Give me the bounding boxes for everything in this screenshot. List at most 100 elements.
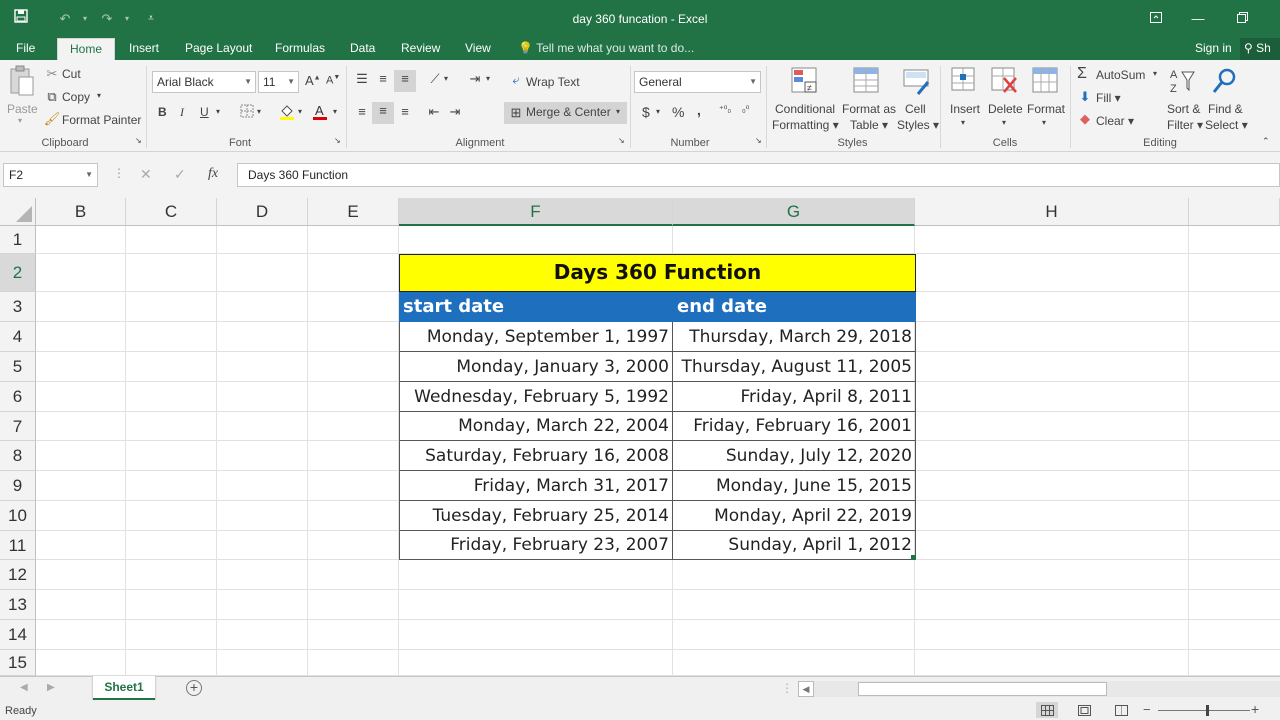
font-color-icon[interactable]: A [311, 102, 329, 120]
sign-in-link[interactable]: Sign in [1193, 38, 1234, 60]
copy-button[interactable]: Copy [62, 90, 90, 104]
bold-button[interactable]: B [158, 105, 167, 119]
fill-handle[interactable] [911, 555, 916, 560]
start-date-cell[interactable]: Monday, March 22, 2004 [399, 412, 673, 441]
number-format-combo[interactable]: General ▼ [634, 71, 761, 93]
new-sheet-icon[interactable]: + [186, 680, 202, 696]
start-date-cell[interactable]: Saturday, February 16, 2008 [399, 441, 673, 471]
column-header-g[interactable]: G [673, 198, 915, 226]
worksheet-grid[interactable]: B C D E F G H 1 2 3 4 5 6 7 8 9 10 11 12 13 14 15 Days… [0, 198, 1280, 676]
row-header-5[interactable]: 5 [0, 352, 36, 382]
ribbon-display-icon[interactable] [1136, 6, 1176, 32]
collapse-ribbon-icon[interactable]: ⌃ [1262, 136, 1270, 147]
end-date-cell[interactable]: Sunday, April 1, 2012 [673, 531, 916, 560]
row-header-3[interactable]: 3 [0, 292, 36, 322]
paste-button[interactable]: Paste [7, 102, 38, 116]
row-header-11[interactable]: 11 [0, 531, 36, 560]
formula-input[interactable]: Days 360 Function [237, 163, 1280, 187]
row-header-1[interactable]: 1 [0, 226, 36, 254]
orientation-icon[interactable]: ⟋ [426, 70, 444, 88]
copy-dropdown-icon[interactable]: ▾ [97, 91, 101, 100]
table-title[interactable]: Days 360 Function [399, 254, 916, 292]
start-date-cell[interactable]: Monday, January 3, 2000 [399, 352, 673, 382]
font-launcher-icon[interactable]: ↘ [334, 136, 341, 145]
increase-decimal-icon[interactable]: ⁺⁰₀ [719, 104, 731, 115]
tab-review[interactable]: Review [399, 38, 442, 60]
tab-split-grip-icon[interactable]: ⋮ [781, 681, 793, 695]
cut-button[interactable]: Cut [62, 67, 81, 81]
find-select-button[interactable]: Find & [1208, 102, 1243, 116]
cell-styles-button[interactable]: Cell [905, 102, 926, 116]
wrap-text-button[interactable]: Wrap Text [526, 75, 580, 89]
fill-color-icon[interactable] [278, 102, 296, 120]
insert-dropdown-icon[interactable]: ▾ [961, 118, 965, 127]
fill-button[interactable]: Fill ▾ [1096, 91, 1121, 105]
row-header-12[interactable]: 12 [0, 560, 36, 590]
bottom-align-icon[interactable]: ≡ [394, 70, 416, 92]
tab-insert[interactable]: Insert [127, 38, 161, 60]
row-header-9[interactable]: 9 [0, 471, 36, 501]
percent-button[interactable]: % [672, 104, 684, 120]
format-dropdown-icon[interactable]: ▾ [1042, 118, 1046, 127]
conditional-formatting-button[interactable]: Conditional [775, 102, 835, 116]
page-break-view-icon[interactable] [1110, 702, 1132, 718]
tab-data[interactable]: Data [348, 38, 377, 60]
increase-indent-icon[interactable]: ⇥ [446, 103, 464, 121]
row-header-7[interactable]: 7 [0, 412, 36, 441]
end-date-cell[interactable]: Friday, April 8, 2011 [673, 382, 916, 412]
horizontal-scroll-thumb[interactable] [858, 682, 1107, 696]
align-left-icon[interactable]: ≡ [353, 103, 371, 121]
row-header-2[interactable]: 2 [0, 254, 36, 292]
start-date-cell[interactable]: Tuesday, February 25, 2014 [399, 501, 673, 531]
end-date-cell[interactable]: Thursday, August 11, 2005 [673, 352, 916, 382]
autosum-button[interactable]: AutoSum [1096, 68, 1145, 82]
column-header-e[interactable]: E [308, 198, 399, 226]
paste-icon[interactable] [7, 65, 37, 96]
restore-icon[interactable] [1222, 6, 1262, 32]
zoom-in-icon[interactable]: + [1251, 701, 1259, 717]
row-header-14[interactable]: 14 [0, 620, 36, 650]
delete-dropdown-icon[interactable]: ▾ [1002, 118, 1006, 127]
zoom-out-icon[interactable]: − [1143, 702, 1151, 717]
row-header-4[interactable]: 4 [0, 322, 36, 352]
number-launcher-icon[interactable]: ↘ [755, 136, 762, 145]
middle-align-icon[interactable]: ≡ [374, 70, 392, 88]
end-date-cell[interactable]: Thursday, March 29, 2018 [673, 322, 916, 352]
header-end-date[interactable]: end date [673, 292, 916, 322]
hscroll-left-icon[interactable]: ◀ [798, 681, 814, 697]
start-date-cell[interactable]: Friday, February 23, 2007 [399, 531, 673, 560]
tell-me-box[interactable]: 💡 Tell me what you want to do... [516, 38, 696, 60]
tab-formulas[interactable]: Formulas [273, 38, 327, 60]
underline-button[interactable]: U [200, 105, 209, 119]
start-date-cell[interactable]: Wednesday, February 5, 1992 [399, 382, 673, 412]
end-date-cell[interactable]: Monday, June 15, 2015 [673, 471, 916, 501]
clear-button[interactable]: Clear ▾ [1096, 114, 1134, 128]
end-date-cell[interactable]: Friday, February 16, 2001 [673, 412, 916, 441]
row-header-8[interactable]: 8 [0, 441, 36, 471]
fill-color-dropdown-icon[interactable]: ▾ [298, 107, 302, 116]
row-header-10[interactable]: 10 [0, 501, 36, 531]
decrease-indent-icon[interactable]: ⇤ [425, 103, 443, 121]
scroll-left-icon[interactable]: ◀ [20, 682, 28, 693]
zoom-slider[interactable] [1158, 710, 1250, 711]
format-cells-button[interactable]: Format [1027, 102, 1065, 116]
zoom-slider-thumb[interactable] [1206, 705, 1209, 716]
top-align-icon[interactable]: ☰ [353, 70, 371, 88]
tab-page-layout[interactable]: Page Layout [183, 38, 254, 60]
row-header-6[interactable]: 6 [0, 382, 36, 412]
scroll-right-icon[interactable]: ▶ [47, 682, 55, 693]
row-header-15[interactable]: 15 [0, 650, 36, 676]
comma-button[interactable]: , [697, 102, 701, 118]
format-painter-button[interactable]: Format Painter [62, 113, 141, 127]
name-box[interactable]: F2 ▼ [3, 163, 98, 187]
end-date-cell[interactable]: Sunday, July 12, 2020 [673, 441, 916, 471]
insert-function-icon[interactable]: fx [208, 166, 218, 182]
header-start-date[interactable]: start date [399, 292, 673, 322]
insert-cells-button[interactable]: Insert [950, 102, 980, 116]
decrease-decimal-icon[interactable]: ₀⁰ [742, 104, 749, 115]
row-header-13[interactable]: 13 [0, 590, 36, 620]
share-button[interactable]: ⚲ Sh [1240, 38, 1280, 60]
align-right-icon[interactable]: ≡ [396, 103, 414, 121]
underline-dropdown-icon[interactable]: ▾ [216, 107, 220, 116]
tab-file[interactable]: File [14, 38, 37, 60]
